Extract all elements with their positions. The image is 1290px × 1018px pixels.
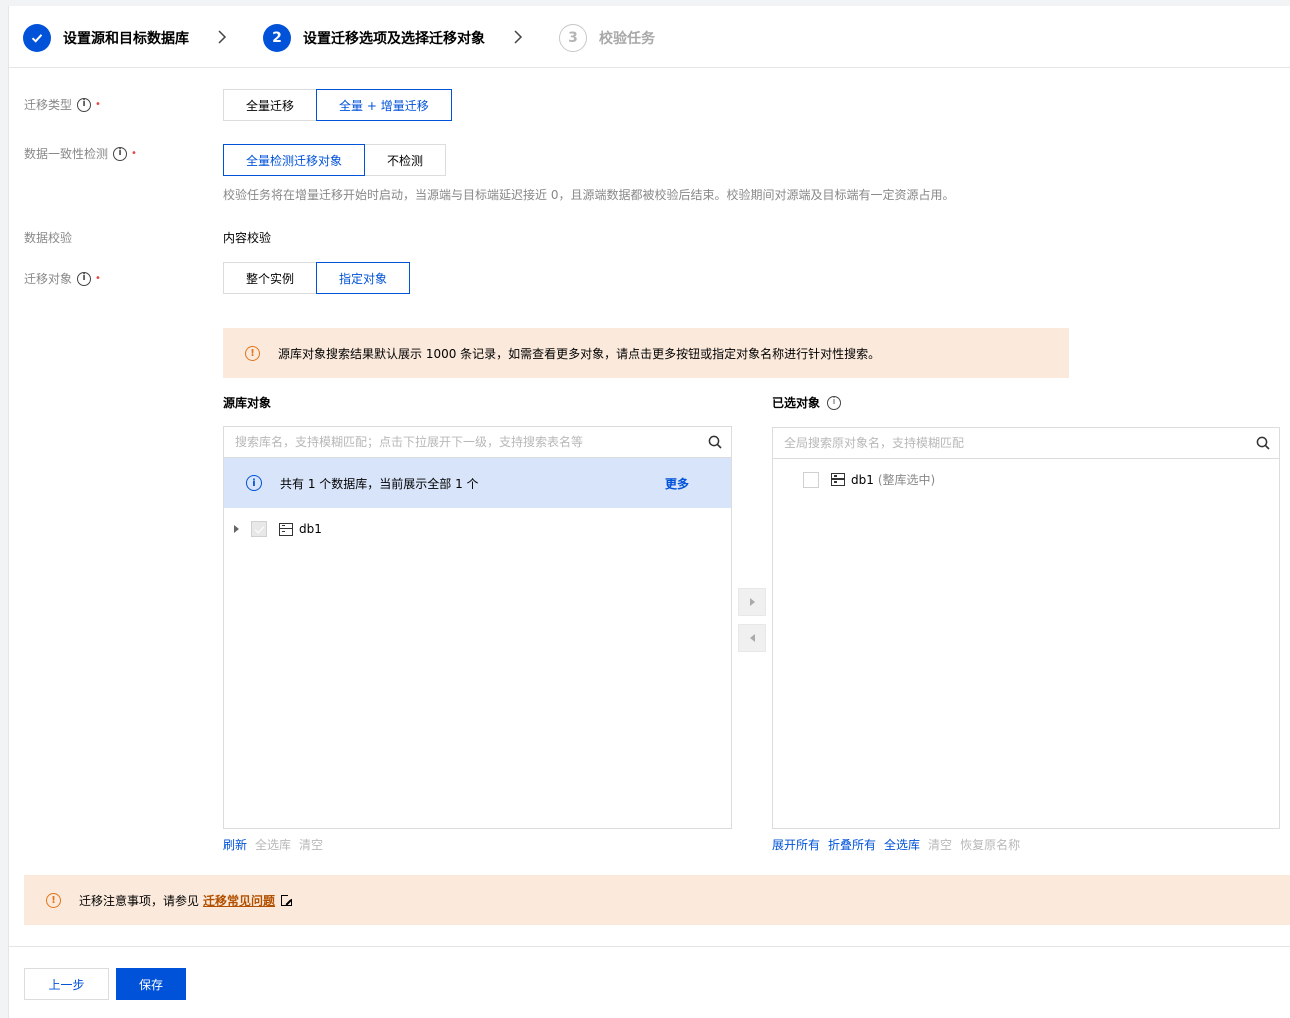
consistency-check-label-text: 数据一致性检测 bbox=[24, 147, 109, 161]
step-indicator: 设置源和目标数据库 2 设置迁移选项及选择迁移对象 3 校验任务 bbox=[23, 18, 655, 58]
selected-actions: 展开所有 折叠所有 全选库 清空 恢复原名称 bbox=[772, 836, 1020, 853]
more-link[interactable]: 更多 bbox=[665, 475, 689, 492]
search-limit-warning-text: 源库对象搜索结果默认展示 1000 条记录，如需查看更多对象，请点击更多按钮或指… bbox=[278, 346, 881, 361]
expand-all-link[interactable]: 展开所有 bbox=[772, 836, 820, 853]
migration-objects-specified[interactable]: 指定对象 bbox=[316, 262, 411, 294]
selected-objects-title-text: 已选对象 bbox=[772, 396, 821, 410]
migration-notice-text: 迁移注意事项，请参见 bbox=[79, 893, 200, 908]
required-mark: • bbox=[131, 148, 137, 159]
data-verification-label: 数据校验 bbox=[24, 229, 72, 246]
migration-objects-selector: 整个实例 指定对象 bbox=[223, 262, 411, 294]
required-mark: • bbox=[95, 99, 101, 110]
refresh-link[interactable]: 刷新 bbox=[223, 836, 247, 853]
migration-type-label: 迁移类型 i • bbox=[24, 96, 101, 113]
move-left-button[interactable] bbox=[738, 624, 766, 652]
search-icon[interactable] bbox=[708, 435, 722, 449]
source-info-text: 共有 1 个数据库，当前展示全部 1 个 bbox=[280, 476, 479, 491]
warning-icon: ! bbox=[245, 345, 260, 361]
tree-item-checkbox[interactable] bbox=[803, 471, 819, 488]
migration-notice: ! 迁移注意事项，请参见 迁移常见问题 bbox=[24, 875, 1290, 925]
database-icon bbox=[279, 522, 293, 536]
source-search bbox=[224, 427, 731, 458]
migration-type-selector: 全量迁移 全量 + 增量迁移 bbox=[223, 89, 452, 121]
source-select-all-link[interactable]: 全选库 bbox=[255, 836, 291, 853]
step-3-number: 3 bbox=[559, 24, 587, 52]
info-icon[interactable]: i bbox=[827, 395, 842, 410]
database-icon bbox=[831, 473, 845, 486]
data-verification-label-text: 数据校验 bbox=[24, 231, 73, 245]
data-verification-value: 内容校验 bbox=[223, 231, 272, 245]
tree-item-label: db1 bbox=[851, 472, 874, 487]
tree-item-note: (整库选中) bbox=[877, 473, 936, 487]
chevron-right-icon bbox=[217, 29, 227, 48]
divider bbox=[9, 946, 1290, 947]
tree-item-label: db1 bbox=[299, 522, 322, 536]
consistency-check-selector: 全量检测迁移对象 不检测 bbox=[223, 144, 447, 176]
info-icon[interactable]: i bbox=[113, 146, 128, 161]
step-1-label: 设置源和目标数据库 bbox=[63, 31, 189, 47]
source-objects-panel: i 共有 1 个数据库，当前展示全部 1 个 更多 db1 bbox=[223, 426, 732, 829]
source-objects-title: 源库对象 bbox=[223, 394, 271, 411]
external-link-icon[interactable] bbox=[281, 893, 294, 906]
migration-faq-link[interactable]: 迁移常见问题 bbox=[203, 892, 275, 909]
migration-type-full-incremental[interactable]: 全量 + 增量迁移 bbox=[316, 89, 452, 121]
expand-caret-icon[interactable] bbox=[234, 525, 239, 533]
migration-type-full[interactable]: 全量迁移 bbox=[223, 89, 318, 121]
save-button[interactable]: 保存 bbox=[116, 968, 186, 1000]
selected-search-input[interactable] bbox=[784, 436, 1279, 450]
info-icon: i bbox=[246, 475, 262, 491]
search-limit-warning: ! 源库对象搜索结果默认展示 1000 条记录，如需查看更多对象，请点击更多按钮… bbox=[223, 328, 1069, 378]
move-right-button[interactable] bbox=[738, 588, 766, 616]
consistency-check-full[interactable]: 全量检测迁移对象 bbox=[223, 144, 366, 176]
migration-objects-label: 迁移对象 i • bbox=[24, 270, 101, 287]
step-1-check-icon bbox=[23, 24, 51, 52]
selected-search bbox=[773, 428, 1279, 459]
step-2-label: 设置迁移选项及选择迁移对象 bbox=[303, 31, 485, 47]
source-clear-link[interactable]: 清空 bbox=[299, 836, 323, 853]
required-mark: • bbox=[95, 273, 101, 284]
migration-objects-label-text: 迁移对象 bbox=[24, 272, 73, 286]
source-actions: 刷新 全选库 清空 bbox=[223, 836, 323, 853]
selected-objects-panel: db1 (整库选中) bbox=[772, 427, 1280, 829]
selected-objects-title: 已选对象 i bbox=[772, 394, 842, 411]
divider bbox=[9, 67, 1290, 68]
step-2-number: 2 bbox=[263, 24, 291, 52]
migration-objects-whole-instance[interactable]: 整个实例 bbox=[223, 262, 318, 294]
collapse-all-link[interactable]: 折叠所有 bbox=[828, 836, 876, 853]
source-search-input[interactable] bbox=[235, 435, 731, 449]
info-icon[interactable]: i bbox=[77, 97, 92, 112]
selected-clear-link[interactable]: 清空 bbox=[928, 836, 952, 853]
page-panel: 设置源和目标数据库 2 设置迁移选项及选择迁移对象 3 校验任务 迁移类型 i … bbox=[8, 6, 1290, 1018]
consistency-check-hint: 校验任务将在增量迁移开始时启动，当源端与目标端延迟接近 0，且源端数据都被校验后… bbox=[223, 188, 955, 202]
arrow-right-icon bbox=[749, 598, 755, 606]
migration-type-label-text: 迁移类型 bbox=[24, 98, 73, 112]
source-info-bar: i 共有 1 个数据库，当前展示全部 1 个 更多 bbox=[224, 458, 731, 508]
arrow-left-icon bbox=[749, 634, 755, 642]
warning-icon: ! bbox=[46, 892, 61, 908]
consistency-check-label: 数据一致性检测 i • bbox=[24, 145, 137, 162]
search-icon[interactable] bbox=[1256, 436, 1270, 450]
tree-item-checkbox bbox=[251, 521, 267, 537]
step-3-label: 校验任务 bbox=[599, 31, 655, 47]
chevron-right-icon bbox=[513, 29, 523, 48]
source-tree-item[interactable]: db1 bbox=[234, 521, 322, 537]
previous-step-button[interactable]: 上一步 bbox=[24, 968, 109, 1000]
source-objects-title-text: 源库对象 bbox=[223, 396, 272, 410]
selected-tree-item[interactable]: db1 (整库选中) bbox=[803, 471, 935, 488]
consistency-check-none[interactable]: 不检测 bbox=[364, 144, 447, 176]
selected-select-all-link[interactable]: 全选库 bbox=[884, 836, 920, 853]
restore-names-link[interactable]: 恢复原名称 bbox=[960, 836, 1020, 853]
info-icon[interactable]: i bbox=[77, 271, 92, 286]
